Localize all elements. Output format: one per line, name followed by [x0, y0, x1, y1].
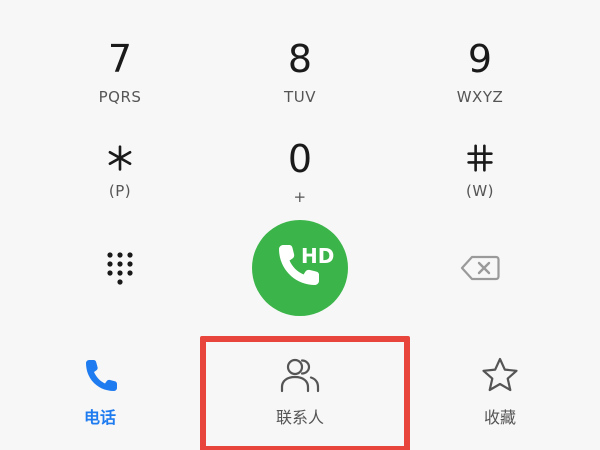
- key-9[interactable]: 9 WXYZ: [400, 0, 560, 106]
- tab-favorites-label: 收藏: [483, 408, 516, 427]
- dialpad-toggle-button[interactable]: [102, 248, 138, 288]
- tab-contacts-icon-wrap: [280, 356, 320, 394]
- tab-contacts[interactable]: 联系人: [240, 350, 360, 430]
- contacts-icon: [280, 358, 320, 393]
- backspace-icon: [460, 255, 500, 281]
- key-star-letters: (P): [108, 182, 132, 200]
- key-8-digit: 8: [287, 37, 313, 81]
- key-hash[interactable]: (W): [400, 100, 560, 200]
- key-0[interactable]: 0 +: [220, 100, 380, 206]
- key-star[interactable]: (P): [40, 100, 200, 200]
- star-icon: [482, 357, 518, 392]
- tab-phone-icon-wrap: [82, 356, 118, 394]
- key-7-digit: 7: [107, 37, 133, 81]
- tab-contacts-label: 联系人: [275, 408, 324, 427]
- key-0-digit: 0: [287, 137, 313, 181]
- key-9-digit: 9: [467, 37, 493, 81]
- key-hash-letters: (W): [465, 182, 495, 200]
- hash-icon: [467, 144, 493, 172]
- tab-phone[interactable]: 电话: [40, 350, 160, 430]
- call-button[interactable]: HD: [252, 220, 348, 316]
- key-7[interactable]: 7 PQRS: [40, 0, 200, 106]
- key-0-letters: +: [293, 188, 307, 206]
- dialpad-icon: [107, 252, 133, 285]
- dialer-screen: 7 PQRS 8 TUV 9 WXYZ (P) 0 + (W) HD 电话 联系…: [0, 0, 600, 450]
- tab-favorites-icon-wrap: [481, 356, 519, 394]
- key-8[interactable]: 8 TUV: [220, 0, 380, 106]
- tab-favorites[interactable]: 收藏: [440, 350, 560, 430]
- backspace-button[interactable]: [458, 252, 502, 284]
- asterisk-icon: [108, 145, 132, 171]
- phone-icon: [86, 360, 117, 391]
- hd-call-icon: HD: [279, 244, 334, 285]
- tab-phone-label: 电话: [83, 408, 116, 427]
- hd-badge: HD: [301, 244, 334, 268]
